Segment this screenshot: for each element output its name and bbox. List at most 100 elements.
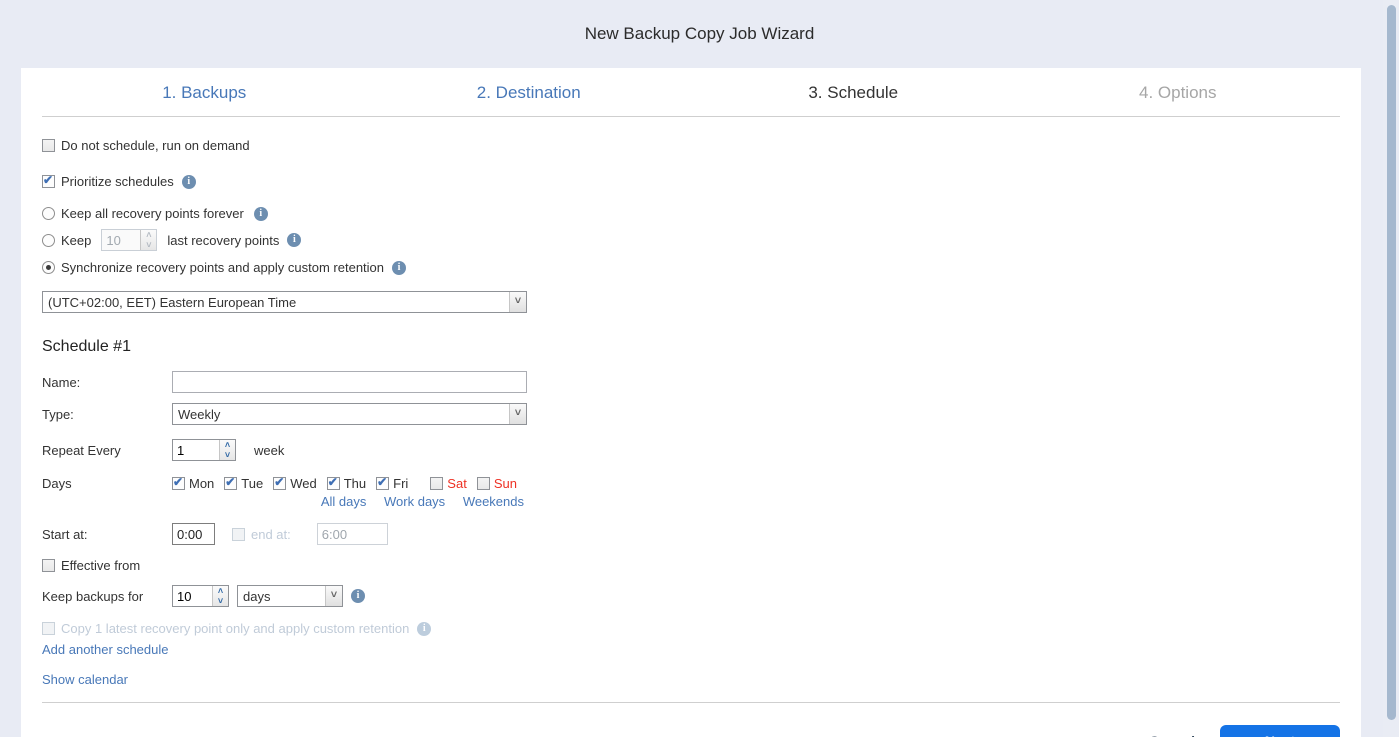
synchronize-label: Synchronize recovery points and apply cu… [61, 260, 385, 275]
keep-backups-stepper[interactable]: ˄ ˅ [172, 585, 229, 607]
chevron-down-icon[interactable]: ˅ [325, 586, 342, 606]
checkbox[interactable] [224, 475, 238, 490]
window-title: New Backup Copy Job Wizard [584, 24, 815, 43]
checkbox[interactable] [326, 475, 340, 490]
day-checkbox-wed[interactable]: Wed [273, 475, 317, 491]
timezone-value: (UTC+02:00, EET) Eastern European Time [48, 294, 297, 310]
info-icon[interactable]: i [287, 233, 302, 247]
tab-destination[interactable]: 2. Destination [367, 68, 692, 116]
add-schedule-row: Add another schedule [42, 642, 1340, 657]
info-icon[interactable]: i [392, 260, 407, 275]
checkbox[interactable] [476, 477, 490, 490]
checkbox[interactable] [430, 477, 444, 490]
keep-last-count-stepper: ˄ ˅ [101, 229, 158, 251]
keep-backups-input[interactable] [173, 586, 212, 606]
chevron-down-icon[interactable]: ˅ [509, 404, 526, 424]
repeat-stepper[interactable]: ˄ ˅ [172, 439, 236, 461]
day-checkbox-mon[interactable]: Mon [172, 475, 215, 491]
timezone-select[interactable]: (UTC+02:00, EET) Eastern European Time ˅ [42, 291, 527, 313]
day-label: Mon [189, 476, 215, 491]
end-at-checkbox[interactable] [232, 527, 245, 541]
weekends-link[interactable]: Weekends [463, 494, 524, 509]
days-block: Days Mon Tue Wed Thu [42, 475, 1340, 509]
stepper-arrows[interactable]: ˄ ˅ [219, 440, 235, 460]
add-schedule-link[interactable]: Add another schedule [42, 642, 168, 657]
window-titlebar: New Backup Copy Job Wizard [0, 0, 1399, 68]
stepper-down-icon[interactable]: ˅ [220, 450, 235, 460]
wizard-steps: 1. Backups 2. Destination 3. Schedule 4.… [42, 68, 1340, 117]
day-label: Sun [493, 476, 517, 491]
schedule-form: Do not schedule, run on demand Prioritiz… [21, 138, 1361, 703]
day-preset-links: All days Work days Weekends [172, 494, 524, 509]
end-at-input [316, 523, 388, 545]
timezone-row: (UTC+02:00, EET) Eastern European Time ˅ [42, 291, 1340, 313]
day-checkbox-sun[interactable]: Sun [476, 476, 517, 491]
info-icon[interactable]: i [181, 174, 196, 189]
stepper-down-icon: ˅ [146, 240, 152, 250]
keep-backups-label: Keep backups for [42, 588, 144, 604]
show-calendar-link[interactable]: Show calendar [42, 672, 128, 687]
keep-last-row: Keep ˄ ˅ last recovery points i [42, 229, 1340, 251]
keep-backups-unit-select[interactable]: days ˅ [237, 585, 343, 607]
run-on-demand-checkbox[interactable] [42, 139, 55, 152]
run-on-demand-label: Do not schedule, run on demand [61, 138, 250, 153]
checkbox[interactable] [273, 475, 287, 490]
info-icon[interactable]: i [351, 589, 365, 603]
repeat-input[interactable] [173, 440, 219, 460]
keep-forever-radio[interactable] [42, 207, 55, 220]
day-checkbox-tue[interactable]: Tue [224, 475, 263, 491]
day-label: Sat [447, 476, 467, 491]
day-label: Wed [290, 476, 317, 491]
day-label: Thu [343, 476, 367, 491]
effective-from-row: Effective from [42, 558, 1340, 573]
keep-last-count-input [102, 230, 141, 250]
prioritize-row: Prioritize schedules i [42, 173, 1340, 189]
run-on-demand-row: Do not schedule, run on demand [42, 138, 1340, 153]
checkbox[interactable] [376, 475, 390, 490]
scrollbar-track[interactable] [1383, 0, 1399, 737]
start-at-row: Start at: end at: [42, 523, 1340, 545]
copy-latest-row: Copy 1 latest recovery point only and ap… [42, 621, 1340, 636]
keep-last-label-suffix: last recovery points [167, 232, 280, 248]
keep-last-radio[interactable] [42, 233, 55, 247]
checkbox[interactable] [172, 475, 185, 490]
stepper-up-icon[interactable]: ˄ [213, 586, 228, 596]
effective-from-label: Effective from [61, 558, 141, 573]
wizard-footer: Cancel Next [21, 703, 1361, 737]
info-icon: i [417, 621, 432, 636]
prioritize-checkbox[interactable] [42, 173, 55, 188]
day-checkbox-fri[interactable]: Fri [376, 475, 408, 491]
synchronize-radio[interactable] [42, 261, 55, 274]
repeat-label: Repeat Every [42, 442, 121, 458]
days-row: Days Mon Tue Wed Thu [42, 475, 1340, 491]
day-checkbox-thu[interactable]: Thu [326, 475, 367, 491]
stepper-down-icon[interactable]: ˅ [213, 596, 228, 606]
stepper-arrows[interactable]: ˄ ˅ [212, 586, 228, 606]
type-select[interactable]: Weekly ˅ [172, 403, 527, 425]
cancel-button[interactable]: Cancel [1149, 733, 1195, 737]
effective-from-checkbox[interactable] [42, 559, 55, 572]
type-value: Weekly [178, 406, 221, 422]
tab-options[interactable]: 4. Options [1016, 68, 1341, 116]
wizard-panel: 1. Backups 2. Destination 3. Schedule 4.… [21, 68, 1361, 737]
chevron-down-icon[interactable]: ˅ [509, 292, 526, 312]
scrollbar-thumb[interactable] [1387, 5, 1396, 720]
repeat-row: Repeat Every ˄ ˅ week [42, 439, 1340, 461]
stepper-up-icon[interactable]: ˄ [220, 440, 235, 450]
type-row: Type: Weekly ˅ [42, 403, 1340, 425]
name-input[interactable] [172, 371, 527, 393]
next-button[interactable]: Next [1220, 725, 1340, 737]
tab-backups[interactable]: 1. Backups [42, 68, 367, 116]
stepper-arrows: ˄ ˅ [140, 230, 157, 250]
tab-schedule[interactable]: 3. Schedule [691, 68, 1016, 116]
work-days-link[interactable]: Work days [384, 494, 445, 509]
info-icon[interactable]: i [253, 206, 268, 221]
all-days-link[interactable]: All days [321, 494, 367, 509]
repeat-unit-label: week [254, 442, 285, 458]
copy-latest-checkbox [42, 622, 55, 635]
prioritize-label: Prioritize schedules [61, 174, 174, 189]
name-row: Name: [42, 371, 1340, 393]
start-at-input[interactable] [172, 523, 215, 545]
day-checkbox-sat[interactable]: Sat [430, 476, 467, 491]
keep-forever-label: Keep all recovery points forever [61, 206, 244, 221]
